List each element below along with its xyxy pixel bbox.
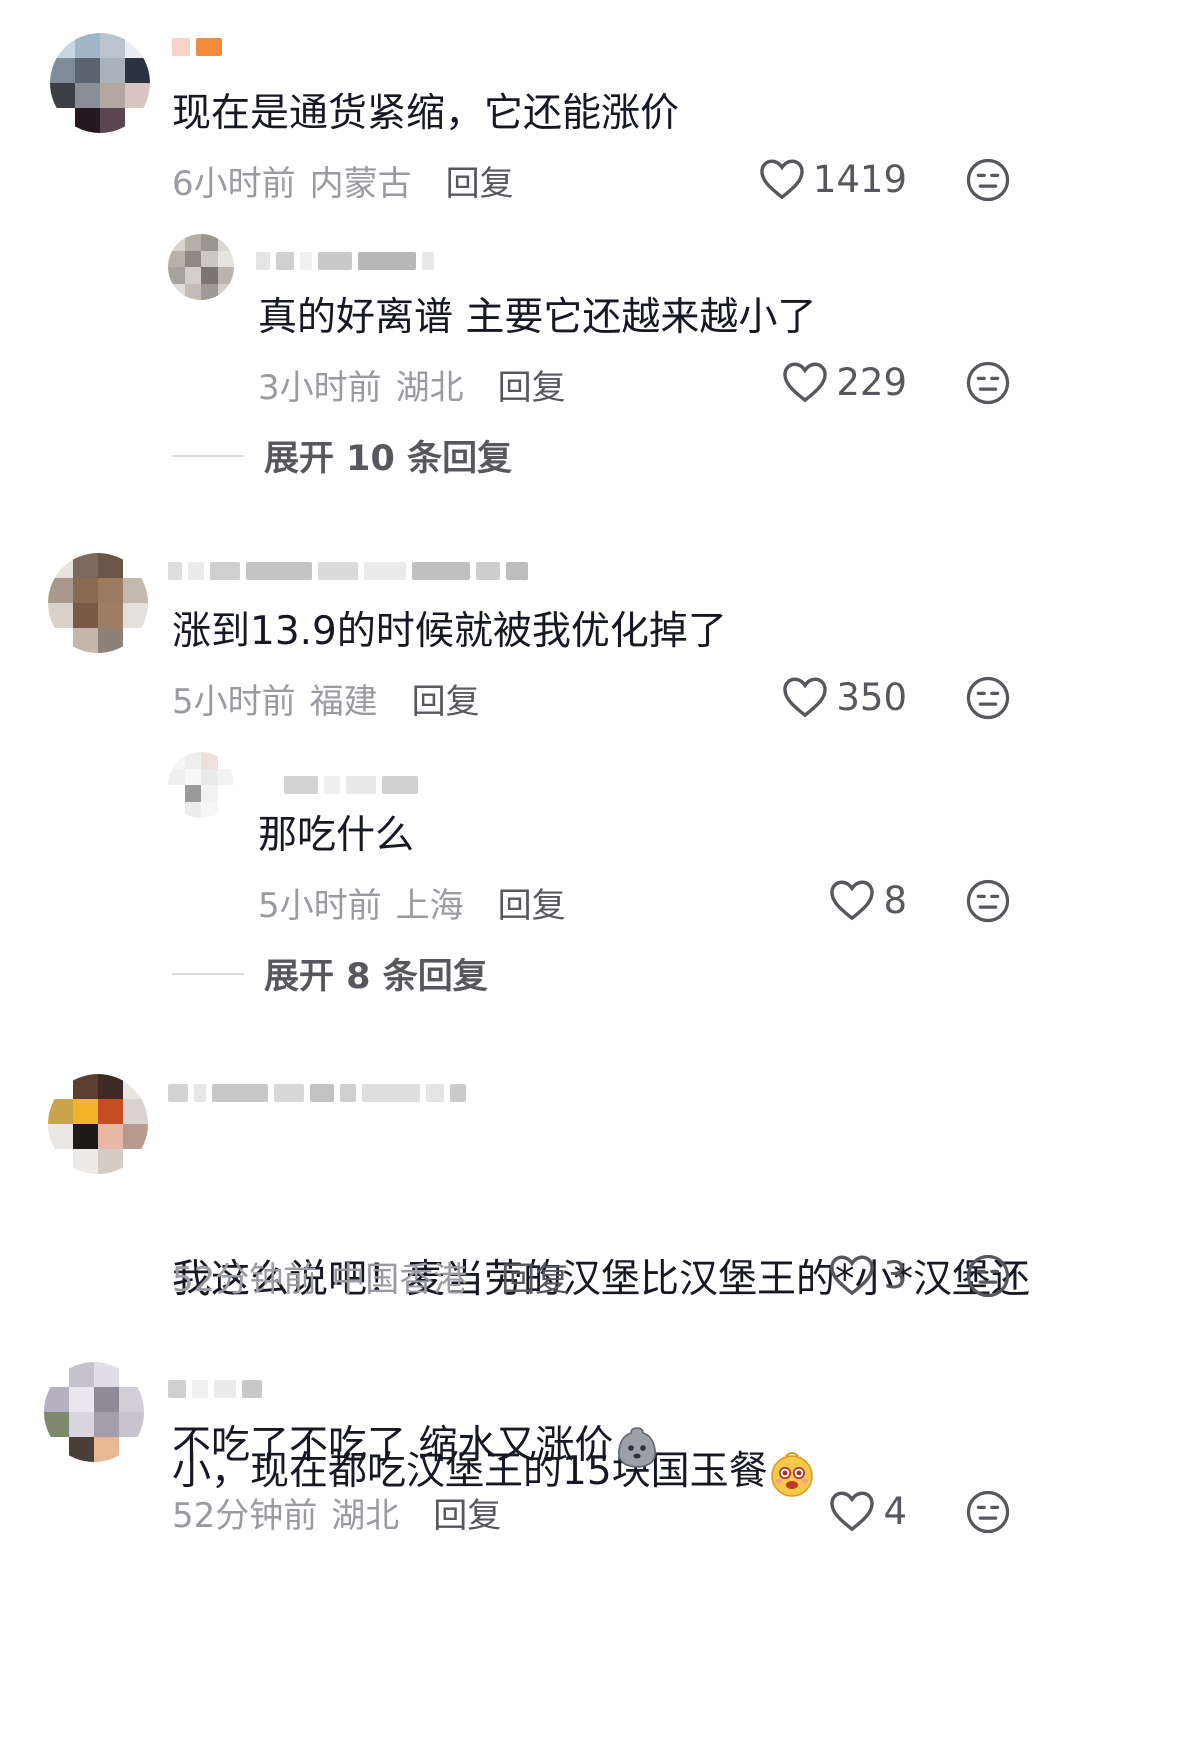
comment-meta: 5小时前 福建 回复 [172,674,480,723]
heart-outline-icon [783,677,828,718]
comment-meta: 52分钟前 湖北 回复 [172,1488,501,1537]
expand-replies-label: 展开 8 条回复 [264,957,488,997]
comment-meta: 52分钟前 中国香港 回复 [172,1252,569,1301]
like-button[interactable]: 1419 [759,154,907,204]
heart-outline-icon [830,1491,875,1532]
comment-text: 不吃了不吃了 缩水又涨价 [172,1414,661,1478]
expand-replies-button[interactable]: 展开 8 条回复 [172,948,488,999]
divider-line [172,454,244,457]
reply-username-blurred[interactable] [256,248,434,274]
neutral-face-icon[interactable] [965,157,1011,203]
neutral-face-icon[interactable] [965,1253,1011,1299]
avatar[interactable] [48,553,148,653]
avatar[interactable] [44,1362,144,1462]
divider-line [172,972,244,975]
username-blurred[interactable] [168,1376,262,1402]
reply-button[interactable]: 回复 [498,878,566,927]
comment-text: 现在是通货紧缩，它还能涨价 [172,91,680,136]
comment-region: 内蒙古 [309,164,412,204]
expand-replies-button[interactable]: 展开 10 条回复 [172,430,512,481]
heart-outline-icon [830,1255,875,1296]
comment-item: 现在是通货紧缩，它还能涨价 6小时前 内蒙古 回复 1419 真的好离谱 主要它… [0,0,1179,520]
reply-avatar[interactable] [168,234,234,300]
comment-meta: 6小时前 内蒙古 回复 [172,156,514,205]
comment-region: 福建 [309,682,378,722]
like-button[interactable]: 229 [782,357,907,407]
like-count: 350 [836,675,907,719]
neutral-face-icon[interactable] [965,675,1011,721]
like-count: 3 [883,1253,907,1297]
like-count: 8 [883,878,907,922]
like-button[interactable]: 3 [829,1250,907,1300]
comment-region: 中国香港 [331,1260,468,1300]
like-count: 1419 [812,157,907,201]
comment-text-segment: 不吃了不吃了 缩水又涨价 [172,1423,614,1468]
comment-time: 5小时前 [172,682,296,722]
reply-region: 湖北 [395,368,464,408]
reply-avatar[interactable] [168,752,234,818]
reply-region: 上海 [395,886,464,926]
like-button[interactable]: 350 [782,672,907,722]
neutral-face-icon[interactable] [965,1489,1011,1535]
neutral-face-icon[interactable] [965,878,1011,924]
avatar[interactable] [48,1074,148,1174]
like-count: 229 [836,360,907,404]
heart-outline-icon [830,880,875,921]
comment-item: 不吃了不吃了 缩水又涨价 52分钟前 湖北 回复 4 [0,1340,1179,1761]
reply-button[interactable]: 回复 [498,360,566,409]
comment-time: 52分钟前 [172,1496,318,1536]
comment-item: 涨到13.9的时候就被我优化掉了 5小时前 福建 回复 350 那吃什么 5小时… [0,520,1179,1040]
reply-time: 5小时前 [258,886,382,926]
reply-time: 3小时前 [258,368,382,408]
sad-blob-emoji [618,1426,657,1468]
comment-item: 我这么说吧！麦当劳的汉堡比汉堡王的*小*汉堡还 小，现在都吃汉堡王的15块国玉餐… [0,1040,1179,1497]
comment-time: 52分钟前 [172,1260,318,1300]
like-button[interactable]: 8 [829,875,907,925]
reply-username-blurred[interactable] [284,772,418,798]
heart-outline-icon [760,159,804,200]
comment-region: 湖北 [331,1496,400,1536]
like-button[interactable]: 4 [829,1486,907,1536]
reply-text: 那吃什么 [258,813,415,858]
comment-time: 6小时前 [172,164,296,204]
reply-meta: 3小时前 湖北 回复 [258,360,566,409]
like-count: 4 [883,1489,907,1533]
reply-meta: 5小时前 上海 回复 [258,878,566,927]
username-blurred[interactable] [168,1080,466,1106]
username-blurred[interactable] [172,34,222,60]
avatar[interactable] [50,33,150,133]
reply-text: 真的好离谱 主要它还越来越小了 [258,295,817,340]
neutral-face-icon[interactable] [965,360,1011,406]
heart-outline-icon [783,362,828,403]
username-blurred[interactable] [168,558,528,584]
reply-button[interactable]: 回复 [433,1488,501,1537]
reply-button[interactable]: 回复 [501,1252,569,1301]
expand-replies-label: 展开 10 条回复 [264,439,513,479]
reply-button[interactable]: 回复 [446,156,514,205]
comment-text: 涨到13.9的时候就被我优化掉了 [172,609,727,654]
reply-button[interactable]: 回复 [412,674,480,723]
